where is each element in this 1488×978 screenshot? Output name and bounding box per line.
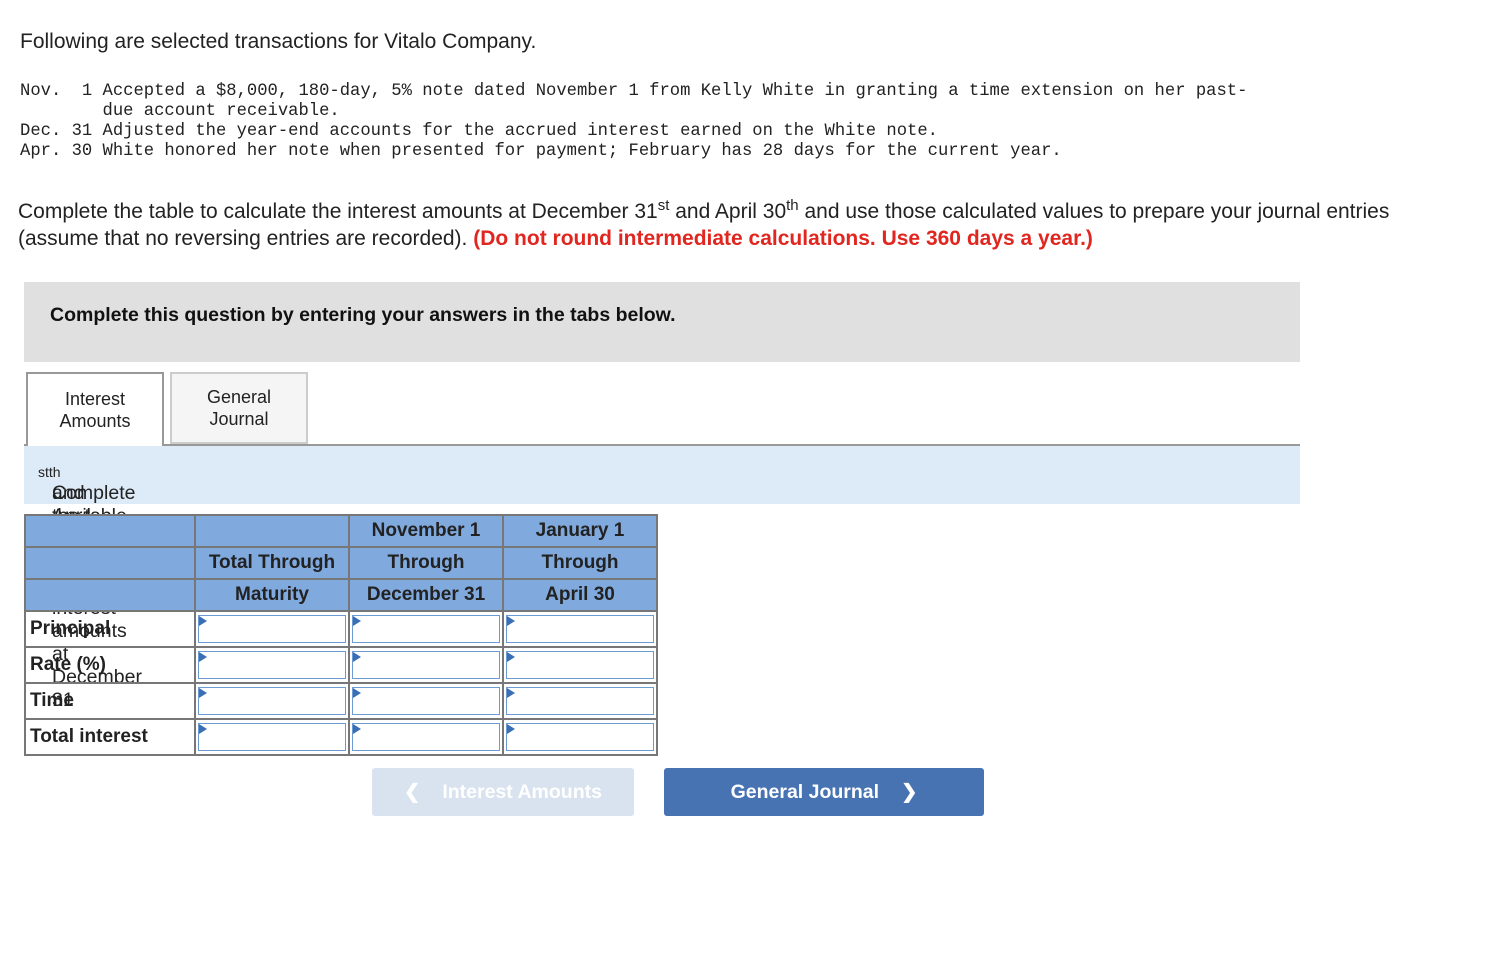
interest-table: November 1 January 1 Total Through Through T… [24, 514, 658, 756]
row-label: Time [24, 682, 196, 720]
tab-general-journal[interactable]: General Journal [170, 372, 308, 444]
header-cell [24, 546, 196, 580]
amount-input[interactable] [352, 651, 500, 679]
header-row: Total Through Through Through [24, 546, 658, 580]
prev-button[interactable]: ❮ Interest Amounts [372, 768, 634, 816]
header-cell: Total Through [194, 546, 350, 580]
header-cell [194, 514, 350, 548]
tab-interest-amounts[interactable]: Interest Amounts [26, 372, 164, 446]
amount-input[interactable] [506, 615, 654, 643]
input-cell [194, 718, 350, 756]
table-row: Total interest [24, 718, 658, 756]
amount-input[interactable] [198, 615, 346, 643]
input-cell [194, 610, 350, 648]
header-cell: November 1 [348, 514, 504, 548]
table-row: Time [24, 682, 658, 720]
chevron-right-icon: ❯ [901, 781, 918, 803]
header-cell: January 1 [502, 514, 658, 548]
amount-input[interactable] [198, 687, 346, 715]
input-cell [194, 682, 350, 720]
input-cell [348, 646, 504, 684]
warning-text: (Do not round intermediate calculations.… [473, 227, 1093, 250]
amount-input[interactable] [506, 723, 654, 751]
intro-text: Following are selected transactions for … [20, 30, 537, 53]
header-cell: Through [502, 546, 658, 580]
tab-subheader: Complete the table to calculate the inte… [24, 446, 1300, 711]
header-row: November 1 January 1 [24, 514, 658, 548]
amount-input[interactable] [352, 687, 500, 715]
input-cell [502, 682, 658, 720]
table-row: Principal [24, 610, 658, 648]
input-cell [502, 610, 658, 648]
row-label: Rate (%) [24, 646, 196, 684]
input-cell [502, 646, 658, 684]
next-button[interactable]: General Journal ❯ [664, 768, 984, 816]
amount-input[interactable] [506, 651, 654, 679]
input-cell [502, 718, 658, 756]
input-cell [348, 610, 504, 648]
instructions: Complete the table to calculate the inte… [18, 197, 1390, 250]
chevron-left-icon: ❮ [404, 781, 421, 803]
header-cell [24, 578, 196, 612]
amount-input[interactable] [352, 615, 500, 643]
header-cell: April 30 [502, 578, 658, 612]
amount-input[interactable] [506, 687, 654, 715]
header-row: Maturity December 31 April 30 [24, 578, 658, 612]
transactions-list: Nov. 1 Accepted a $8,000, 180-day, 5% no… [20, 82, 1248, 161]
row-label: Principal [24, 610, 196, 648]
amount-input[interactable] [352, 723, 500, 751]
input-cell [194, 646, 350, 684]
amount-input[interactable] [198, 651, 346, 679]
row-label: Total interest [24, 718, 196, 756]
instruction-banner: Complete this question by entering your … [24, 282, 1300, 362]
input-cell [348, 718, 504, 756]
header-cell [24, 514, 196, 548]
input-cell [348, 682, 504, 720]
amount-input[interactable] [198, 723, 346, 751]
header-cell: December 31 [348, 578, 504, 612]
header-cell: Maturity [194, 578, 350, 612]
table-row: Rate (%) [24, 646, 658, 684]
header-cell: Through [348, 546, 504, 580]
